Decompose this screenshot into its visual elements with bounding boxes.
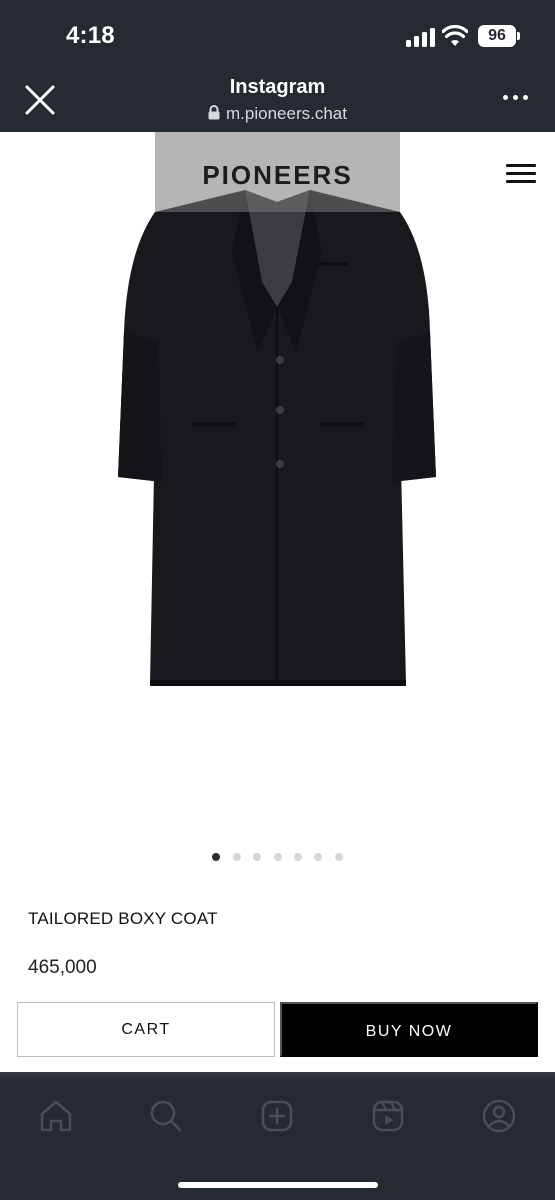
search-icon[interactable] <box>146 1096 186 1136</box>
home-indicator[interactable] <box>178 1182 378 1188</box>
create-icon[interactable] <box>257 1096 297 1136</box>
url-text: m.pioneers.chat <box>226 104 347 123</box>
lock-icon <box>208 105 220 120</box>
pagination-dot[interactable] <box>273 853 282 861</box>
gallery-pagination <box>0 848 555 866</box>
product-price: 465,000 <box>28 957 97 978</box>
pagination-dot[interactable] <box>334 853 343 861</box>
web-content: PIONEERS TAILORED BOXY COAT 465,000 CART… <box>0 132 555 1072</box>
browser-title: Instagram <box>229 76 326 98</box>
status-time: 4:18 <box>66 22 115 49</box>
battery-icon: 96 <box>478 25 516 47</box>
pagination-dot[interactable] <box>212 853 221 861</box>
more-icon[interactable] <box>500 90 532 106</box>
signal-icon <box>406 27 436 47</box>
browser-url[interactable]: m.pioneers.chat <box>0 104 555 124</box>
instagram-tab-bar <box>0 1072 555 1200</box>
product-name: TAILORED BOXY COAT <box>28 909 218 928</box>
battery-nub <box>517 32 520 40</box>
tabbar-edge <box>0 1072 555 1082</box>
pagination-dot[interactable] <box>253 853 262 861</box>
home-icon[interactable] <box>36 1096 76 1136</box>
pagination-dot[interactable] <box>293 853 302 861</box>
product-image[interactable] <box>0 132 555 832</box>
cart-button[interactable]: CART <box>17 1002 275 1057</box>
buy-now-button[interactable]: BUY NOW <box>280 1002 538 1057</box>
profile-icon[interactable] <box>479 1096 519 1136</box>
pagination-dot[interactable] <box>232 853 241 861</box>
site-logo[interactable]: PIONEERS <box>0 160 555 191</box>
pagination-dot[interactable] <box>314 853 323 861</box>
reels-icon[interactable] <box>368 1096 408 1136</box>
top-chrome: 4:18 96 Instagram m.pioneers.chat <box>0 0 555 132</box>
wifi-icon <box>442 25 468 46</box>
hamburger-menu-icon[interactable] <box>506 162 536 186</box>
